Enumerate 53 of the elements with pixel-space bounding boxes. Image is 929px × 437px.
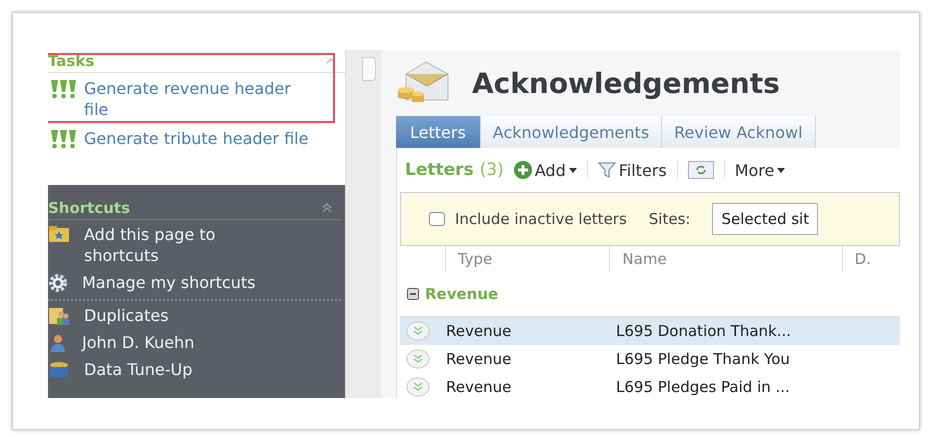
filters-button[interactable]: Filters: [598, 160, 667, 180]
sites-dropdown[interactable]: Selected sit: [712, 203, 818, 235]
shortcut-link[interactable]: Add this page to shortcuts: [84, 224, 284, 266]
table-row[interactable]: Revenue L695 Pledge Thank You: [400, 345, 900, 373]
table-row[interactable]: Revenue L695 Pledges Paid in ...: [400, 373, 900, 398]
checkbox-label: Include inactive letters: [455, 210, 627, 228]
add-button[interactable]: Add: [514, 160, 577, 180]
database-icon: [48, 360, 70, 378]
table-cell: Revenue: [446, 350, 512, 368]
page-title: Acknowledgements: [472, 66, 780, 100]
section-title: Tasks: [48, 52, 94, 70]
task-link[interactable]: Generate tribute header file: [84, 128, 308, 149]
collapse-handle[interactable]: [362, 57, 376, 81]
table-cell: L695 Pledges Paid in ...: [616, 378, 790, 396]
collapse-icon[interactable]: [321, 202, 333, 214]
expand-icon[interactable]: [406, 349, 430, 369]
section-title: Shortcuts: [48, 199, 130, 217]
person-icon: [48, 333, 68, 353]
column-header[interactable]: Name: [622, 250, 667, 268]
table-cell: L695 Pledge Thank You: [616, 350, 790, 368]
table-row[interactable]: Revenue L695 Donation Thank...: [400, 317, 900, 345]
people-folder-icon: [48, 306, 70, 326]
table-cell: Revenue: [446, 378, 512, 396]
task-link[interactable]: Generate revenue header file: [84, 78, 319, 120]
list-title: Letters: [405, 160, 474, 180]
funnel-icon: [598, 162, 616, 178]
plus-icon: [514, 161, 532, 179]
shortcut-link[interactable]: Duplicates: [84, 305, 169, 326]
caret-icon: [568, 168, 577, 172]
tab[interactable]: Acknowledgements: [480, 116, 662, 148]
column-header[interactable]: D.: [854, 250, 871, 268]
exclamation-marks-icon: [48, 79, 78, 99]
refresh-button[interactable]: [688, 161, 714, 179]
expand-icon[interactable]: [406, 321, 430, 341]
field-label: Sites:: [648, 210, 690, 228]
shortcut-link[interactable]: Data Tune-Up: [84, 359, 192, 380]
gear-icon: [48, 273, 68, 293]
minus-box-icon[interactable]: [407, 288, 419, 300]
shortcut-link[interactable]: Manage my shortcuts: [82, 272, 256, 293]
tab[interactable]: Review Acknowl: [662, 116, 816, 148]
exclamation-marks-icon: [48, 129, 78, 149]
checkbox[interactable]: [429, 212, 445, 226]
list-count: (3): [480, 160, 504, 180]
caret-icon: [777, 168, 786, 172]
table-cell: Revenue: [446, 322, 512, 340]
column-header[interactable]: Type: [458, 250, 492, 268]
expand-icon[interactable]: [406, 377, 430, 397]
tab[interactable]: Letters: [396, 116, 481, 148]
group-title: Revenue: [425, 285, 498, 303]
more-button[interactable]: More: [734, 160, 786, 180]
refresh-icon: [694, 165, 707, 175]
shortcut-link[interactable]: John D. Kuehn: [82, 332, 194, 353]
table-cell: L695 Donation Thank...: [616, 322, 792, 340]
